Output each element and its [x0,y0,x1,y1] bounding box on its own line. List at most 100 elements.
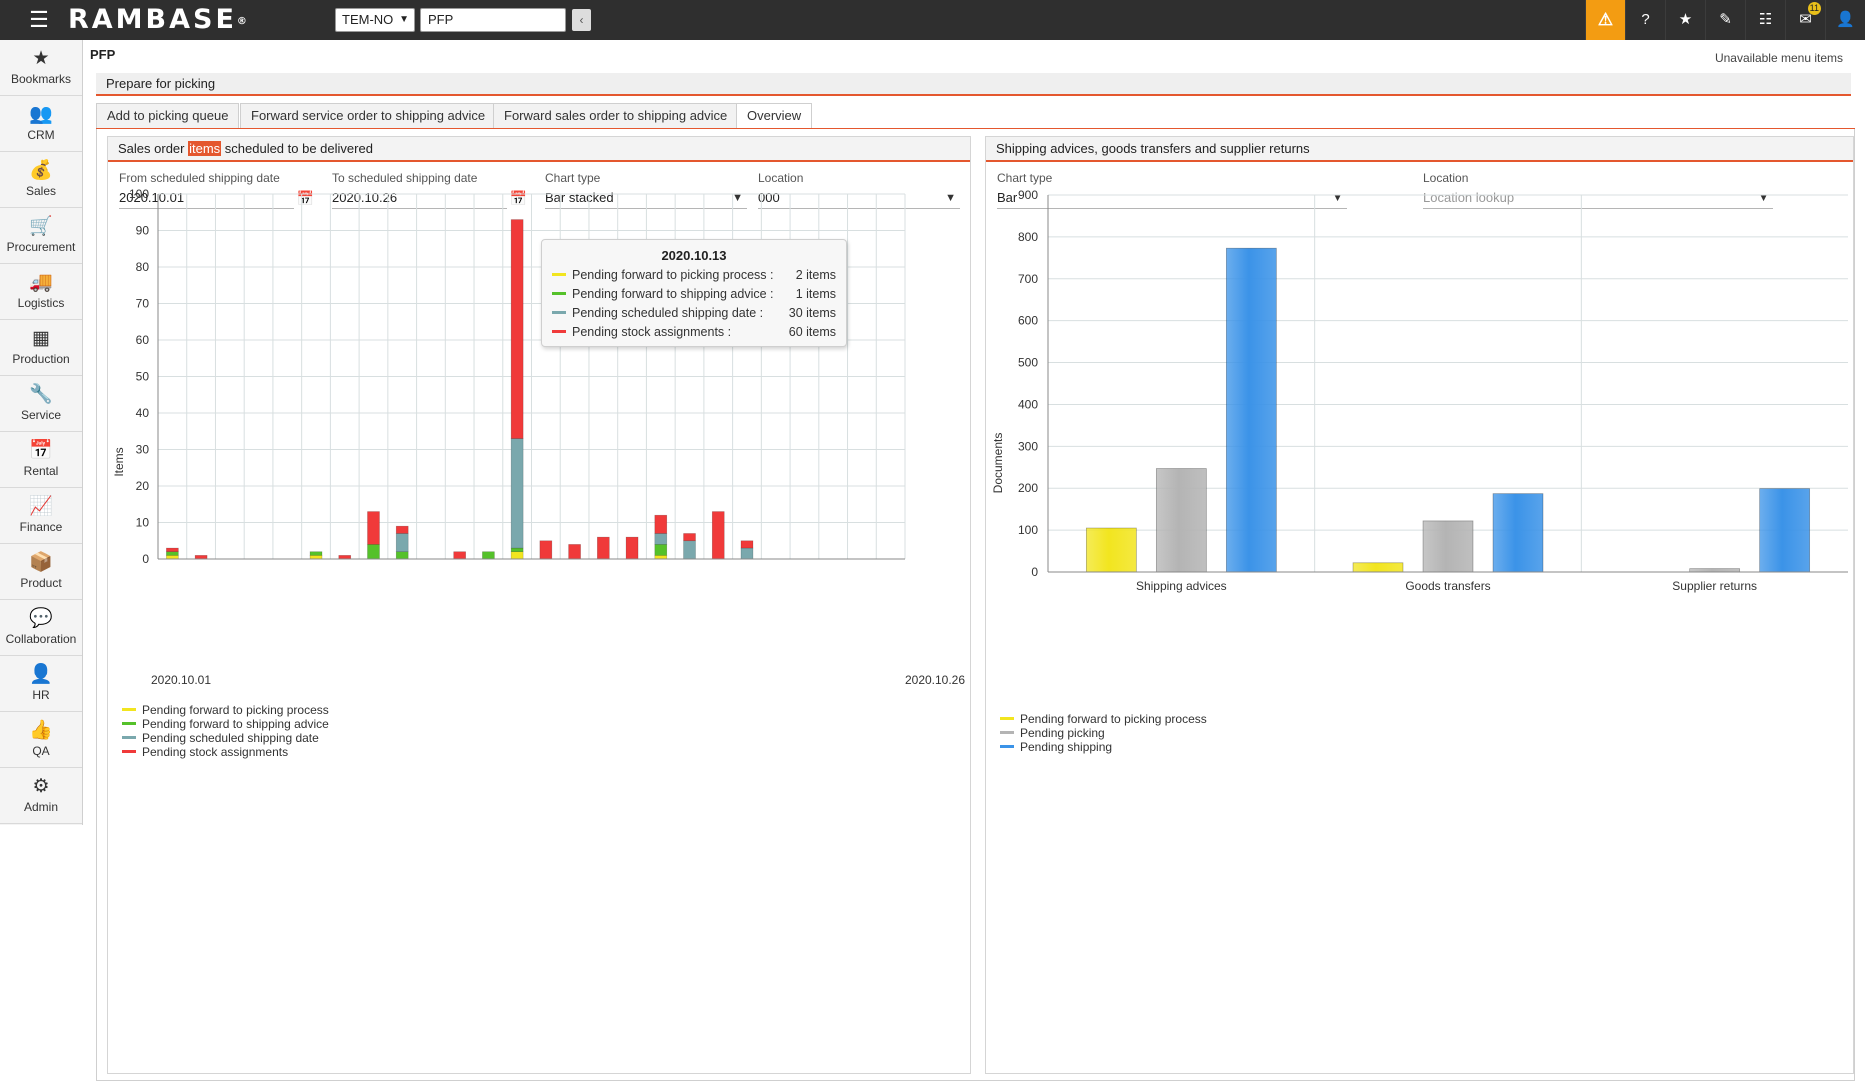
y-tick-label: 0 [142,552,149,566]
y-tick-label: 70 [136,297,150,311]
sidebar-item-bookmarks[interactable]: ★ Bookmarks [0,40,82,96]
sidebar-item-sales[interactable]: 💰 Sales [0,152,82,208]
legend-label: Pending shipping [1020,740,1113,754]
y-tick-label: 200 [1018,481,1038,495]
hamburger-menu-icon[interactable]: ☰ [26,9,52,31]
sidebar-item-hr[interactable]: 👤 HR [0,656,82,712]
truck-icon: 🚚 [29,272,53,293]
sidebar-item-logistics[interactable]: 🚚 Logistics [0,264,82,320]
bar-segment [367,544,380,560]
bar [1689,568,1741,573]
help-icon[interactable]: ? [1625,0,1665,40]
sidebar-item-production[interactable]: ▦ Production [0,320,82,376]
top-bar: ☰ RAMBASE® TEM-NO ▼ PFP ‹ ⚠ ? ★ ✎ ☷ ✉ 11 👤 [0,0,1865,40]
y-tick-label: 700 [1018,272,1038,286]
sidebar-item-admin[interactable]: ⚙ Admin [0,768,82,824]
bar-segment [453,551,466,560]
legend-swatch [122,750,136,754]
person-icon: 👤 [29,664,53,685]
tooltip-row: Pending stock assignments :60 items [552,324,836,340]
bar-segment [597,536,610,560]
y-tick-label: 60 [136,333,150,347]
page-title: Prepare for picking [96,73,1851,96]
trend-chart-icon: 📈 [29,496,53,517]
y-tick-label: 10 [136,516,150,530]
company-select[interactable]: TEM-NO ▼ [335,8,415,32]
mail-icon[interactable]: ✉ 11 [1785,0,1825,40]
bar-segment [395,525,409,534]
tab-overview[interactable]: Overview [736,103,813,129]
bar-segment [683,533,696,542]
sidebar-item-crm[interactable]: 👥 CRM [0,96,82,152]
y-tick-label: 90 [136,224,150,238]
bar-segment [309,551,323,556]
legend-item[interactable]: Pending stock assignments [122,745,288,759]
warning-icon[interactable]: ⚠ [1585,0,1625,40]
bar-segment [166,547,179,552]
bar-segment [683,540,696,560]
sidebar-item-service[interactable]: 🔧 Service [0,376,82,432]
legend-label: Pending forward to picking process [142,703,329,717]
x-tick-label: Supplier returns [1672,579,1757,593]
y-tick-label: 600 [1018,314,1038,328]
bar [1155,468,1207,573]
chat-bubbles-icon: 💬 [29,608,53,629]
tab-add-to-picking-queue[interactable]: Add to picking queue [96,103,240,129]
legend-swatch [122,708,136,712]
tooltip-title: 2020.10.13 [661,248,727,263]
legend-item[interactable]: Pending picking [1000,726,1105,740]
sidebar-item-finance[interactable]: 📈 Finance [0,488,82,544]
shipping-advices-panel: Shipping advices, goods transfers and su… [985,136,1854,1074]
legend-label: Pending stock assignments [142,745,289,759]
cart-icon: 🛒 [29,216,53,237]
y-axis-label: Items [112,447,126,476]
boxes-icon: ▦ [32,328,50,349]
y-tick-label: 100 [129,187,149,201]
bar [1085,527,1137,573]
sidebar-item-procurement[interactable]: 🛒 Procurement [0,208,82,264]
legend-swatch [122,722,136,726]
gear-icon: ⚙ [32,776,50,797]
bar-segment [194,555,208,560]
sidebar-item-product[interactable]: 📦 Product [0,544,82,600]
y-tick-label: 40 [136,406,150,420]
unavailable-menu-items-link[interactable]: Unavailable menu items [1715,51,1843,65]
legend-label: Pending picking [1020,726,1105,740]
legend-item[interactable]: Pending scheduled shipping date [122,731,319,745]
y-tick-label: 400 [1018,397,1038,411]
star-icon: ★ [32,48,50,69]
legend-item[interactable]: Pending forward to picking process [1000,712,1207,726]
legend-item[interactable]: Pending forward to shipping advice [122,717,329,731]
back-button[interactable]: ‹ [572,9,591,31]
bar-segment [309,555,323,560]
program-input[interactable]: PFP [420,8,566,32]
bar-segment [654,555,668,560]
chart-bars [1085,247,1811,573]
user-icon[interactable]: 👤 [1825,0,1865,40]
people-icon: 👥 [29,104,53,125]
legend-item[interactable]: Pending shipping [1000,740,1112,754]
bookmark-star-icon[interactable]: ★ [1665,0,1705,40]
legend-item[interactable]: Pending forward to picking process [122,703,329,717]
legend-swatch [1000,717,1014,721]
tab-forward-sales-order[interactable]: Forward sales order to shipping advice [493,103,739,129]
bar-segment [367,511,380,545]
chart-tooltip: 2020.10.13 Pending forward to picking pr… [541,239,847,347]
bar [1225,247,1277,573]
tab-forward-service-order[interactable]: Forward service order to shipping advice [240,103,497,129]
sidebar-item-qa[interactable]: 👍 QA [0,712,82,768]
bar [1422,520,1474,573]
legend-label: Pending forward to picking process [1020,712,1207,726]
bar-segment [654,514,668,534]
bar [1759,488,1811,573]
bar-segment [568,544,581,560]
sidebar-item-rental[interactable]: 📅 Rental [0,432,82,488]
y-tick-label: 30 [136,443,150,457]
attachment-icon[interactable]: ✎ [1705,0,1745,40]
bar-segment [510,547,524,552]
x-start-label: 2020.10.01 [151,673,211,687]
x-tick-label: Shipping advices [1136,579,1227,593]
sidebar-item-collaboration[interactable]: 💬 Collaboration [0,600,82,656]
tooltip-row: Pending forward to shipping advice :1 it… [552,286,836,302]
list-icon[interactable]: ☷ [1745,0,1785,40]
